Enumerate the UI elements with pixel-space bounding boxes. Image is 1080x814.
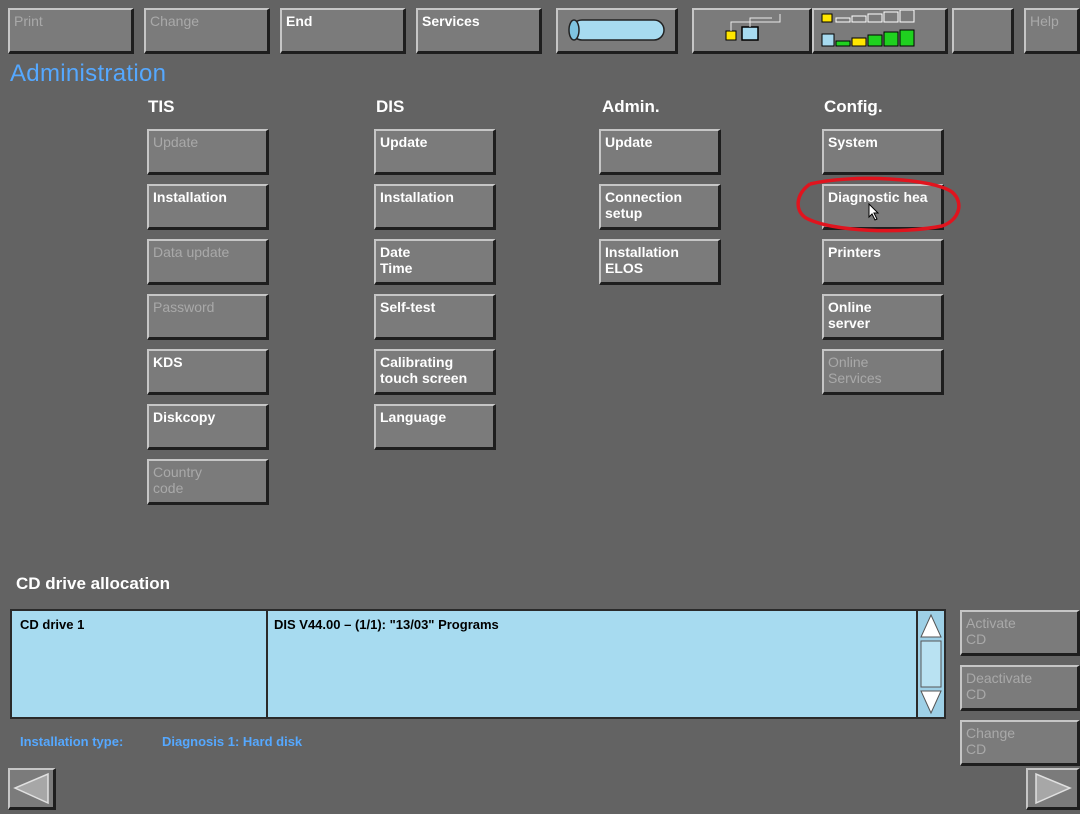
deactivate-cd-button[interactable]: Deactivate CD <box>960 665 1080 711</box>
mouse-cursor-icon <box>868 203 880 221</box>
installation-type-label: Installation type: <box>20 734 124 749</box>
change-cd-button[interactable]: Change CD <box>960 720 1080 766</box>
print-button[interactable]: Print <box>8 8 134 54</box>
admin-installation-elos-button[interactable]: Installation ELOS <box>599 239 721 285</box>
dis-self-test-button[interactable]: Self-test <box>374 294 496 340</box>
admin-connection-setup-button[interactable]: Connection setup <box>599 184 721 230</box>
activate-cd-button[interactable]: Activate CD <box>960 610 1080 656</box>
cd-drive-list[interactable]: CD drive 1 DIS V44.00 – (1/1): "13/03" P… <box>10 609 946 719</box>
config-printers-button[interactable]: Printers <box>822 239 944 285</box>
application-screen: Print Change End Services Help Administr… <box>0 0 1080 814</box>
next-page-button[interactable] <box>1026 768 1080 810</box>
tube-icon <box>568 19 665 41</box>
config-online-server-button[interactable]: Online server <box>822 294 944 340</box>
list-scrollbar[interactable] <box>916 611 944 717</box>
cd-drive-allocation-heading: CD drive allocation <box>16 574 170 593</box>
tis-kds-button[interactable]: KDS <box>147 349 269 395</box>
previous-page-button[interactable] <box>8 768 56 810</box>
scrollbar-arrows-icon <box>920 613 942 715</box>
blank-toolbar-slot <box>952 8 1014 54</box>
cd-drive-content-cell[interactable]: DIS V44.00 – (1/1): "13/03" Programs <box>268 611 916 717</box>
dis-date-time-button[interactable]: Date Time <box>374 239 496 285</box>
tis-column-header: TIS <box>148 97 175 116</box>
tis-password-button[interactable]: Password <box>147 294 269 340</box>
dis-installation-button[interactable]: Installation <box>374 184 496 230</box>
signal-level-indicator <box>812 8 948 54</box>
installation-type-value: Diagnosis 1: Hard disk <box>162 734 303 749</box>
config-online-services-button[interactable]: Online Services <box>822 349 944 395</box>
change-button[interactable]: Change <box>144 8 270 54</box>
dis-column-header: DIS <box>376 97 405 116</box>
arrow-right-icon <box>1035 772 1072 805</box>
admin-column-header: Admin. <box>602 97 660 116</box>
tis-installation-button[interactable]: Installation <box>147 184 269 230</box>
admin-update-button[interactable]: Update <box>599 129 721 175</box>
arrow-left-icon <box>13 772 49 805</box>
tis-update-button[interactable]: Update <box>147 129 269 175</box>
end-button[interactable]: End <box>280 8 406 54</box>
config-system-button[interactable]: System <box>822 129 944 175</box>
services-button[interactable]: Services <box>416 8 542 54</box>
tis-diskcopy-button[interactable]: Diskcopy <box>147 404 269 450</box>
tis-data-update-button[interactable]: Data update <box>147 239 269 285</box>
config-column-header: Config. <box>824 97 883 116</box>
dis-calibrating-touch-screen-button[interactable]: Calibrating touch screen <box>374 349 496 395</box>
dis-update-button[interactable]: Update <box>374 129 496 175</box>
page-title: Administration <box>10 60 167 87</box>
signal-bars-icon <box>821 9 915 47</box>
help-button[interactable]: Help <box>1024 8 1080 54</box>
dis-language-button[interactable]: Language <box>374 404 496 450</box>
cd-drive-name-cell[interactable]: CD drive 1 <box>12 611 268 717</box>
cd-transfer-indicator <box>556 8 678 54</box>
connection-status-indicator <box>692 8 812 54</box>
network-connection-icon <box>725 14 781 41</box>
tis-country-code-button[interactable]: Country code <box>147 459 269 505</box>
